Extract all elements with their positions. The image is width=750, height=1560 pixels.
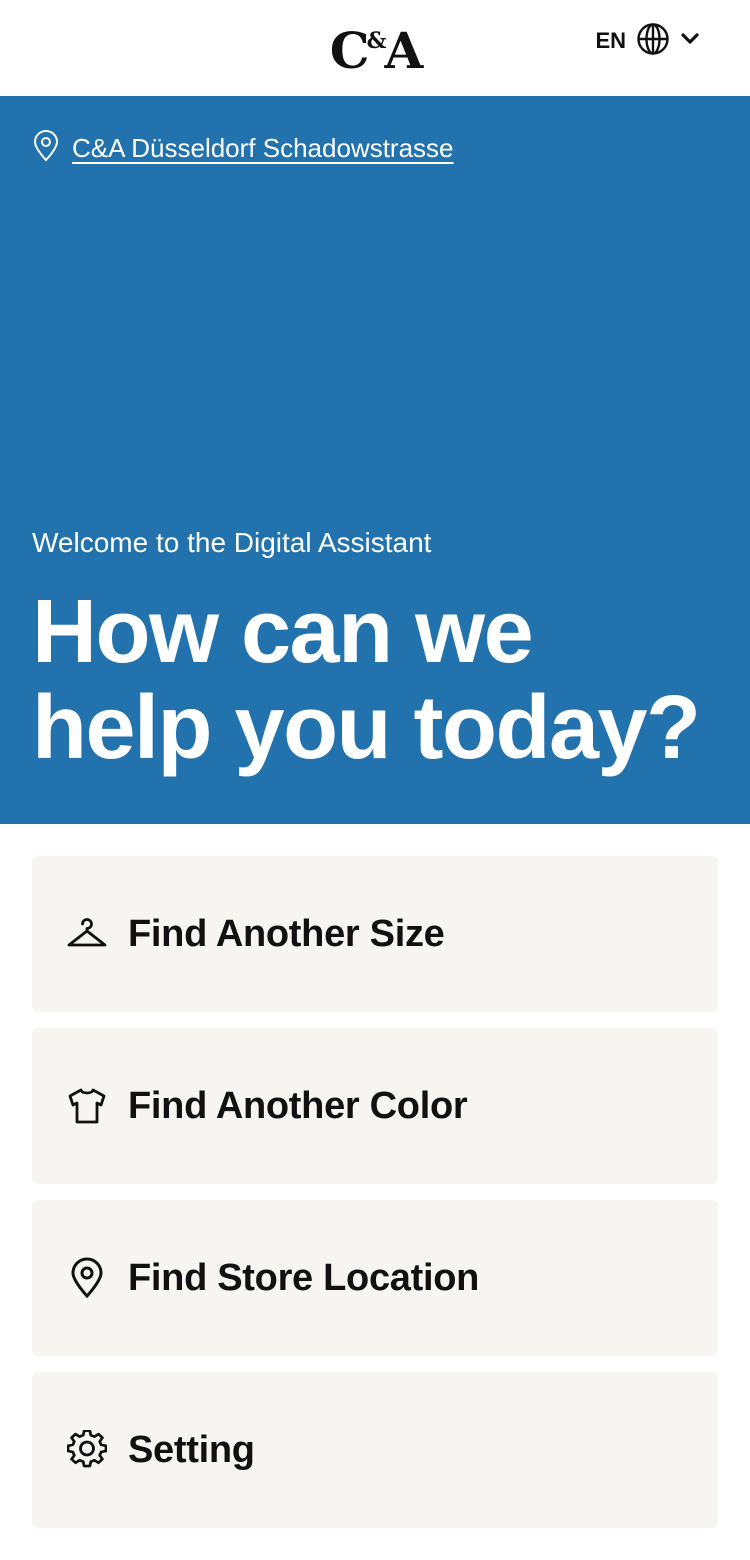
menu-item-label: Find Another Size	[128, 912, 445, 955]
tshirt-icon	[66, 1085, 108, 1127]
headline-line-2: help you today?	[32, 678, 701, 778]
find-store-location-button[interactable]: Find Store Location	[32, 1200, 718, 1356]
logo-letter-c: C	[329, 21, 370, 80]
find-another-color-button[interactable]: Find Another Color	[32, 1028, 718, 1184]
page-title: How can we help you today?	[32, 584, 722, 776]
hero-banner: C&A Düsseldorf Schadowstrasse Welcome to…	[0, 96, 750, 824]
gear-icon	[66, 1429, 108, 1471]
globe-icon	[636, 22, 670, 61]
headline-line-1: How can we	[32, 582, 534, 682]
location-pin-icon	[32, 130, 60, 167]
menu-item-label: Setting	[128, 1428, 255, 1471]
assistant-menu: Find Another Size Find Another Color Fin…	[32, 856, 718, 1544]
hanger-icon	[66, 913, 108, 955]
store-name: C&A Düsseldorf Schadowstrasse	[72, 133, 454, 163]
menu-item-label: Find Another Color	[128, 1084, 468, 1127]
logo-ampersand: &	[366, 28, 387, 54]
find-another-size-button[interactable]: Find Another Size	[32, 856, 718, 1012]
menu-item-label: Find Store Location	[128, 1256, 480, 1299]
logo-letter-a: A	[384, 21, 423, 80]
setting-button[interactable]: Setting	[32, 1372, 718, 1528]
store-location-link[interactable]: C&A Düsseldorf Schadowstrasse	[32, 130, 454, 167]
language-selector[interactable]: EN	[595, 22, 700, 61]
language-code: EN	[595, 28, 626, 53]
app-header: C&A EN	[0, 0, 750, 96]
welcome-text: Welcome to the Digital Assistant	[32, 527, 432, 558]
chevron-down-icon	[680, 32, 700, 51]
location-pin-icon	[66, 1257, 108, 1299]
